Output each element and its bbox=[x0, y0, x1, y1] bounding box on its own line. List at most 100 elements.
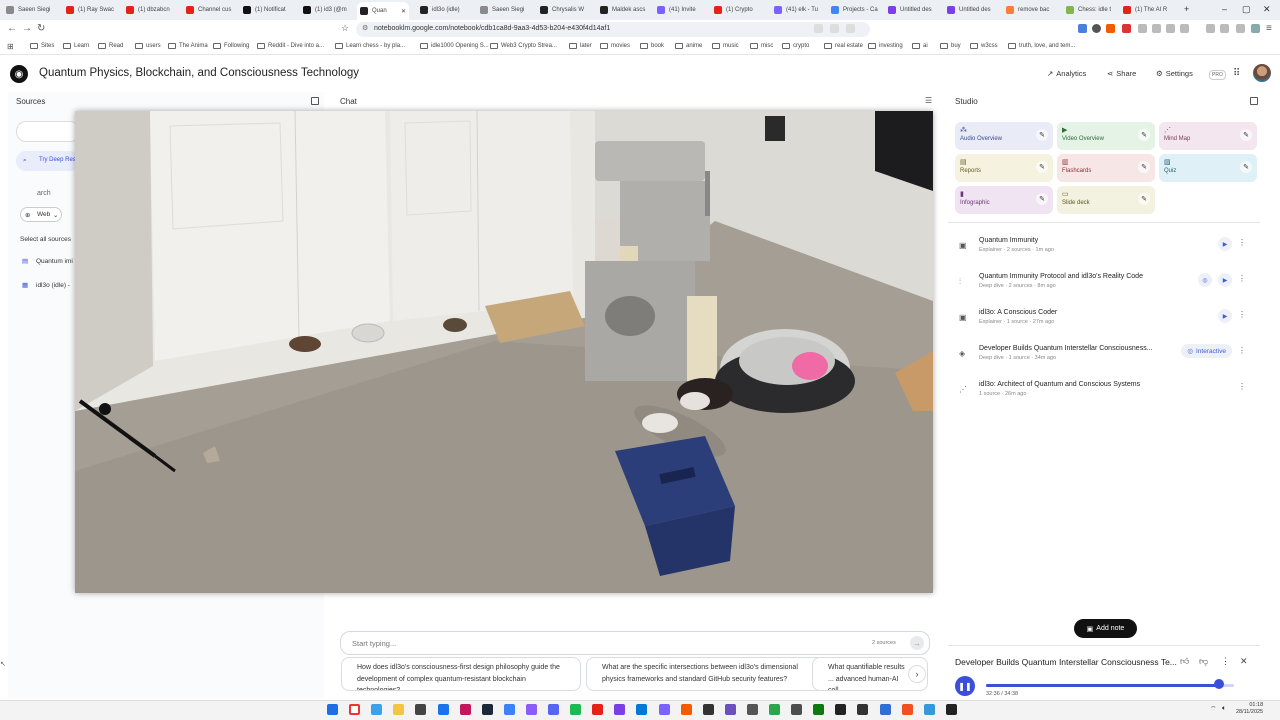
browser-tab[interactable]: idl3o (idle) bbox=[417, 2, 472, 18]
app-icon[interactable] bbox=[857, 704, 869, 715]
folder-icon[interactable] bbox=[393, 704, 405, 715]
bookmark-item[interactable]: Learn bbox=[63, 43, 89, 49]
extension-icon[interactable] bbox=[1152, 24, 1161, 33]
browser-tab[interactable]: Untitled des bbox=[885, 2, 940, 18]
settings-button[interactable]: ⚙ Settings bbox=[1156, 69, 1193, 78]
edit-pencil-icon[interactable]: ✎ bbox=[1138, 193, 1150, 205]
studio-card-mind-map[interactable]: ⋰ Mind Map ✎ bbox=[1159, 122, 1257, 150]
bookmark-item[interactable]: music bbox=[712, 43, 739, 49]
play-icon[interactable]: ▶ bbox=[1218, 273, 1232, 287]
edit-pencil-icon[interactable]: ✎ bbox=[1138, 161, 1150, 173]
more-options-icon[interactable]: ⋮ bbox=[1238, 346, 1246, 355]
bookmark-item[interactable]: later bbox=[569, 43, 592, 49]
url-text[interactable]: notebooklm.google.com/notebook/cdb1ca8d-… bbox=[374, 25, 610, 32]
edit-pencil-icon[interactable]: ✎ bbox=[1036, 129, 1048, 141]
bookmark-item[interactable]: investing bbox=[868, 43, 903, 49]
studio-artifact-item[interactable]: ▣ idl3o: A Conscious Coder Explainer · 1 s… bbox=[956, 309, 1248, 339]
thumbs-down-icon[interactable]: 👎︎ bbox=[1199, 656, 1208, 667]
add-note-button[interactable]: ▣ Add note bbox=[1074, 619, 1137, 638]
close-window-button[interactable]: ✕ bbox=[1263, 4, 1271, 15]
bookmark-item[interactable]: Reddit - Dive into a... bbox=[257, 43, 324, 49]
edit-pencil-icon[interactable]: ✎ bbox=[1240, 129, 1252, 141]
terminal-icon[interactable] bbox=[835, 704, 847, 715]
source-search-input[interactable]: arch bbox=[37, 190, 51, 197]
studio-artifact-item[interactable]: ⋰ idl3o: Architect of Quantum and Conscio… bbox=[956, 381, 1248, 411]
app-icon[interactable] bbox=[791, 704, 803, 715]
browser-tab[interactable]: (1) id3 (@m bbox=[300, 2, 355, 18]
extension-icon[interactable] bbox=[1092, 24, 1101, 33]
studio-artifact-item[interactable]: ▣ Quantum Immunity Explainer · 2 sources ·… bbox=[956, 237, 1248, 267]
app-icon[interactable] bbox=[923, 704, 935, 715]
steam-icon[interactable] bbox=[481, 704, 493, 715]
bookmark-item[interactable]: Sites bbox=[30, 43, 54, 49]
app-icon[interactable] bbox=[459, 704, 471, 715]
app-icon[interactable] bbox=[879, 704, 891, 715]
suggestion-chip[interactable]: How does idl3o's consciousness-first des… bbox=[341, 657, 581, 691]
site-info-icon[interactable]: ⚙ bbox=[362, 24, 368, 32]
brave-rewards-icon[interactable] bbox=[1122, 24, 1131, 33]
extension-icon[interactable] bbox=[1078, 24, 1087, 33]
more-options-icon[interactable]: ⋮ bbox=[1238, 382, 1246, 391]
share-button[interactable]: ⋖ Share bbox=[1107, 69, 1136, 78]
studio-artifact-item[interactable]: ◈ Developer Builds Quantum Interstellar C… bbox=[956, 344, 1248, 375]
bookmark-item[interactable]: crypto bbox=[782, 43, 809, 49]
sidebar-icon[interactable] bbox=[1206, 24, 1215, 33]
bookmark-item[interactable]: real estate bbox=[824, 43, 863, 49]
studio-card-audio[interactable]: ⁂ Audio Overview ✎ bbox=[955, 122, 1053, 150]
taskbar-clock[interactable]: 01:18 28/11/2025 bbox=[1236, 702, 1263, 716]
browser-tab[interactable]: Channel cus bbox=[183, 2, 238, 18]
browser-tab[interactable]: Chrysalis W bbox=[537, 2, 592, 18]
browser-tab[interactable]: Quan ✕ bbox=[357, 2, 409, 20]
next-suggestions-button[interactable]: › bbox=[908, 665, 926, 683]
app-icon[interactable] bbox=[614, 704, 626, 715]
progress-track[interactable] bbox=[986, 684, 1234, 687]
more-options-icon[interactable]: ⋮ bbox=[1238, 238, 1246, 247]
suggestion-chip[interactable]: What are the specific intersections betw… bbox=[586, 657, 826, 691]
windows-start-icon[interactable] bbox=[327, 704, 338, 715]
browser-tab[interactable]: (1) The AI R bbox=[1120, 2, 1175, 18]
app-icon[interactable] bbox=[702, 704, 714, 715]
extension-icon[interactable] bbox=[1166, 24, 1175, 33]
browser-tab[interactable]: Untitled des bbox=[944, 2, 999, 18]
chat-settings-icon[interactable]: ☰ bbox=[925, 96, 932, 105]
app-icon[interactable] bbox=[746, 704, 758, 715]
reload-icon[interactable]: ↻ bbox=[37, 23, 45, 34]
studio-artifact-item[interactable]: ⫶ Quantum Immunity Protocol and idl3o's R… bbox=[956, 273, 1248, 303]
page-icon[interactable] bbox=[830, 24, 839, 33]
spotify-icon[interactable] bbox=[570, 704, 582, 715]
office-icon[interactable] bbox=[901, 704, 913, 715]
bookmark-item[interactable]: users bbox=[135, 43, 161, 49]
bookmark-item[interactable]: buy bbox=[940, 43, 961, 49]
app-icon[interactable] bbox=[503, 704, 515, 715]
browser-tab[interactable]: (1) Ray Swac bbox=[63, 2, 118, 18]
notebook-title[interactable]: Quantum Physics, Blockchain, and Conscio… bbox=[39, 67, 359, 79]
interactive-mode-icon[interactable]: ◎ bbox=[1198, 273, 1212, 287]
minimize-button[interactable]: – bbox=[1222, 4, 1227, 14]
browser-tab[interactable]: (1) Notificat bbox=[240, 2, 295, 18]
app-icon[interactable] bbox=[813, 704, 825, 715]
bookmark-star-icon[interactable]: ☆ bbox=[341, 23, 349, 34]
browser-tab[interactable]: remove bac bbox=[1003, 2, 1058, 18]
bookmark-item[interactable]: ai bbox=[912, 43, 928, 49]
chrome-icon[interactable] bbox=[349, 704, 361, 715]
youtube-icon[interactable] bbox=[592, 704, 604, 715]
brave-icon[interactable] bbox=[680, 704, 692, 715]
app-icon[interactable] bbox=[525, 704, 537, 715]
app-icon[interactable] bbox=[724, 704, 736, 715]
browser-tab[interactable]: (41) Invite bbox=[654, 2, 709, 18]
studio-card-quiz[interactable]: ▨ Quiz ✎ bbox=[1159, 154, 1257, 182]
wallet-icon[interactable] bbox=[1236, 24, 1245, 33]
app-icon[interactable] bbox=[945, 704, 957, 715]
close-tab-icon[interactable]: ✕ bbox=[401, 8, 406, 15]
brave-shield-icon[interactable] bbox=[1106, 24, 1115, 33]
video-player[interactable] bbox=[75, 111, 933, 593]
play-icon[interactable]: ▶ bbox=[1218, 237, 1232, 251]
bookmark-item[interactable]: The Anima bbox=[168, 43, 208, 49]
bookmark-item[interactable]: Learn chess - by pla... bbox=[335, 43, 405, 49]
bookmark-item[interactable]: movies bbox=[600, 43, 630, 49]
extension-icon[interactable] bbox=[1180, 24, 1189, 33]
close-player-icon[interactable]: ✕ bbox=[1240, 656, 1248, 667]
edit-pencil-icon[interactable]: ✎ bbox=[1138, 129, 1150, 141]
extension-icon[interactable] bbox=[1220, 24, 1229, 33]
chat-input[interactable] bbox=[340, 631, 930, 655]
